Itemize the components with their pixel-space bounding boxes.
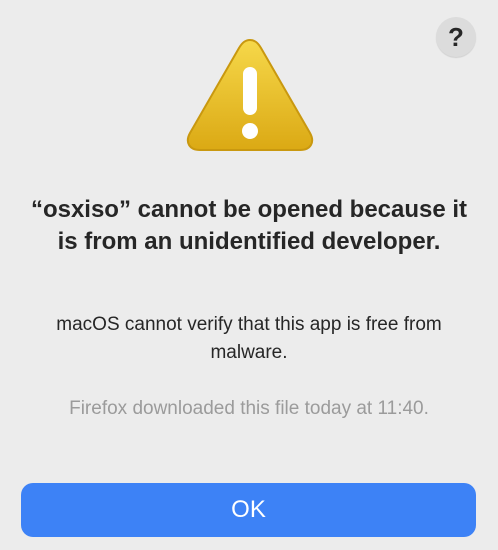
ok-button[interactable]: OK bbox=[21, 483, 476, 537]
dialog-detail: Firefox downloaded this file today at 11… bbox=[69, 398, 429, 419]
dialog-message: macOS cannot verify that this app is fre… bbox=[56, 314, 442, 363]
alert-dialog: ? “osxiso” cannot be opened because it i… bbox=[0, 0, 498, 550]
warning-triangle-icon bbox=[186, 38, 314, 151]
help-button[interactable]: ? bbox=[436, 17, 476, 57]
dialog-title: “osxiso” cannot be opened because it is … bbox=[30, 196, 468, 255]
